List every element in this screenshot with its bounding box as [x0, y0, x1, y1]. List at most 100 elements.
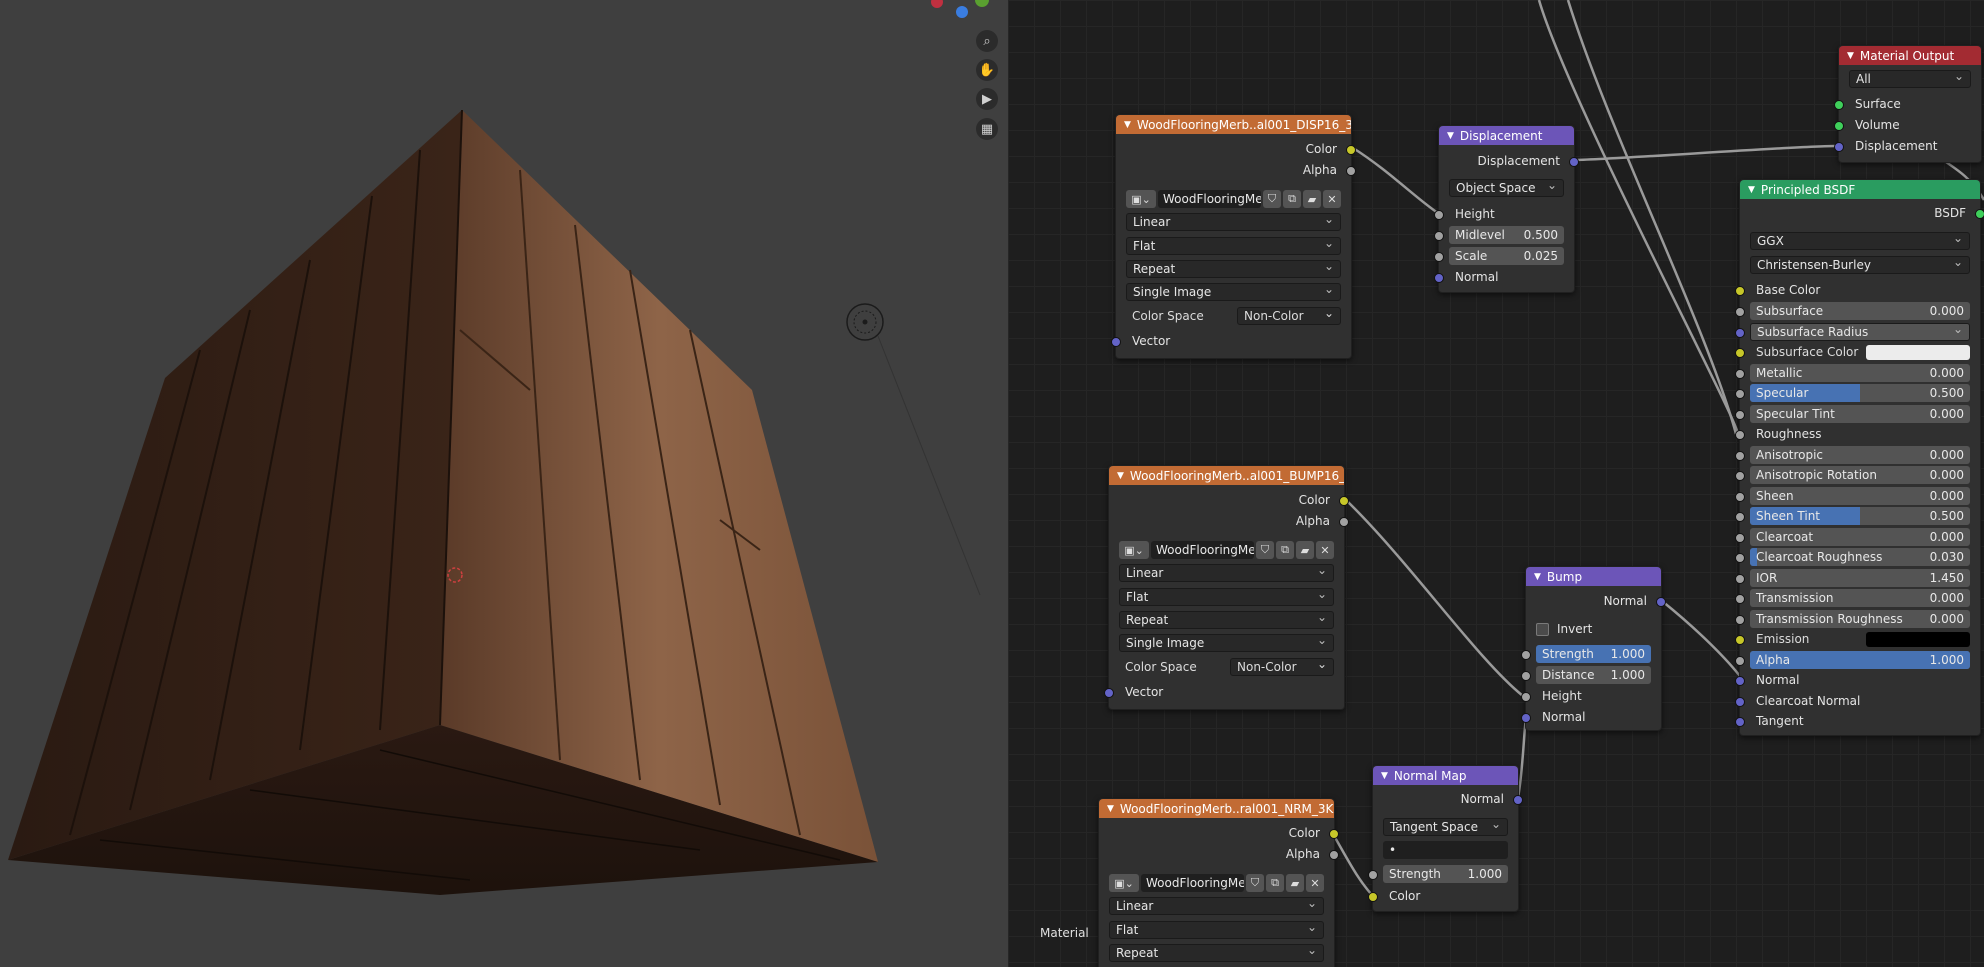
bsdf-input-socket[interactable] — [1735, 696, 1745, 707]
close-icon[interactable]: ✕ — [1306, 874, 1324, 892]
image-selector[interactable]: ▣⌄ WoodFlooringMe.. ⛉ ⧉ ▰ ✕ — [1109, 873, 1324, 893]
extension-dropdown[interactable]: Repeat — [1119, 610, 1334, 629]
node-header[interactable]: ▼ WoodFlooringMerb..ral001_NRM_3K.pn — [1099, 799, 1334, 818]
collapse-arrow-icon[interactable]: ▼ — [1534, 572, 1541, 582]
subsurface-radius-dropdown[interactable]: Subsurface Radius — [1750, 322, 1970, 341]
uv-map-field[interactable]: • — [1383, 841, 1508, 859]
distance-field[interactable]: Distance 1.000 — [1536, 666, 1651, 684]
node-header[interactable]: ▼ Normal Map — [1373, 766, 1518, 785]
height-input-socket[interactable] — [1521, 692, 1531, 702]
clearcoat-roughness-field[interactable]: Clearcoat Roughness 0.030 — [1750, 548, 1970, 566]
node-header[interactable]: ▼ Principled BSDF — [1740, 180, 1980, 199]
extension-dropdown[interactable]: Repeat — [1109, 943, 1324, 962]
close-icon[interactable]: ✕ — [1323, 190, 1341, 208]
collapse-arrow-icon[interactable]: ▼ — [1124, 120, 1131, 130]
interpolation-dropdown[interactable]: Linear — [1109, 896, 1324, 915]
collapse-arrow-icon[interactable]: ▼ — [1107, 804, 1114, 814]
color-output-socket[interactable] — [1329, 829, 1339, 839]
fake-user-shield-icon[interactable]: ⛉ — [1263, 190, 1281, 208]
ior-field[interactable]: IOR 1.450 — [1750, 568, 1970, 587]
bsdf-input-socket[interactable] — [1735, 635, 1745, 645]
bsdf-input-socket[interactable] — [1735, 676, 1745, 686]
bsdf-input-socket[interactable] — [1735, 573, 1745, 584]
bsdf-input-socket[interactable] — [1735, 614, 1745, 625]
bsdf-input-socket[interactable] — [1735, 471, 1745, 481]
bsdf-input-socket[interactable] — [1735, 327, 1745, 338]
zoom-icon[interactable]: ⌕ — [976, 30, 998, 52]
height-input-socket[interactable] — [1434, 210, 1444, 220]
bsdf-input-socket[interactable] — [1735, 655, 1745, 666]
space-dropdown[interactable]: Tangent Space — [1383, 817, 1508, 836]
interpolation-dropdown[interactable]: Linear — [1119, 563, 1334, 582]
bsdf-input-socket[interactable] — [1735, 348, 1745, 358]
emission-color-swatch[interactable] — [1866, 631, 1970, 647]
source-dropdown[interactable]: Single Image — [1119, 633, 1334, 652]
metallic-field[interactable]: Metallic 0.000 — [1750, 363, 1970, 382]
bsdf-input-socket[interactable] — [1735, 532, 1745, 543]
alpha-output-socket[interactable] — [1339, 517, 1349, 527]
strength-field[interactable]: Strength 1.000 — [1383, 865, 1508, 883]
midlevel-field[interactable]: Midlevel 0.500 — [1449, 226, 1564, 244]
image-browse-icon[interactable]: ▣⌄ — [1119, 541, 1149, 559]
alpha-output-socket[interactable] — [1346, 166, 1356, 176]
color-output-socket[interactable] — [1339, 496, 1349, 506]
vector-input-socket[interactable] — [1104, 688, 1114, 698]
principled-bsdf-node[interactable]: ▼Principled BSDF BSDF GGX Christensen-Bu… — [1735, 179, 1984, 736]
clearcoat-field[interactable]: Clearcoat 0.000 — [1750, 527, 1970, 546]
alpha-field[interactable]: Alpha 1.000 — [1750, 650, 1970, 669]
node-header[interactable]: ▼WoodFlooringMerb..al001_BUMP16_3K.ti — [1109, 466, 1344, 485]
target-dropdown[interactable]: All — [1849, 69, 1971, 88]
normal-output-socket[interactable] — [1656, 597, 1666, 607]
bsdf-input-socket[interactable] — [1735, 389, 1745, 399]
base-color-input-socket[interactable] — [1735, 286, 1745, 296]
color-output-socket[interactable] — [1346, 145, 1356, 155]
open-folder-icon[interactable]: ▰ — [1303, 190, 1321, 208]
shader-node-editor[interactable]: ▼WoodFlooringMerb..al001_DISP16_3K.tif C… — [1008, 0, 1984, 967]
vector-input-socket[interactable] — [1111, 337, 1121, 347]
image-selector[interactable]: ▣⌄ WoodFlooringMe.. ⛉ ⧉ ▰ ✕ — [1126, 189, 1341, 209]
transmission-field[interactable]: Transmission 0.000 — [1750, 589, 1970, 607]
hand-pan-icon[interactable]: ✋ — [976, 59, 998, 81]
anisotropic-rotation-field[interactable]: Anisotropic Rotation 0.000 — [1750, 466, 1970, 484]
specular-tint-field[interactable]: Specular Tint 0.000 — [1750, 404, 1970, 423]
specular-field[interactable]: Specular 0.500 — [1750, 384, 1970, 402]
collapse-arrow-icon[interactable]: ▼ — [1117, 471, 1124, 481]
scale-input-socket[interactable] — [1434, 252, 1444, 262]
strength-input-socket[interactable] — [1368, 870, 1378, 880]
alpha-output-socket[interactable] — [1329, 850, 1339, 860]
open-folder-icon[interactable]: ▰ — [1296, 541, 1314, 559]
invert-checkbox[interactable] — [1536, 622, 1549, 636]
normal-map-node[interactable]: ▼Normal Map Normal Tangent Space • Stren… — [1368, 765, 1523, 912]
source-dropdown[interactable]: Single Image — [1126, 282, 1341, 301]
transmission-roughness-field[interactable]: Transmission Roughness 0.000 — [1750, 609, 1970, 628]
bsdf-input-socket[interactable] — [1735, 430, 1745, 440]
color-space-dropdown[interactable]: Non-Color — [1230, 657, 1334, 676]
node-header[interactable]: ▼ Material Output — [1839, 46, 1981, 65]
space-dropdown[interactable]: Object Space — [1449, 178, 1564, 197]
bsdf-input-socket[interactable] — [1735, 553, 1745, 563]
extension-dropdown[interactable]: Repeat — [1126, 259, 1341, 278]
projection-dropdown[interactable]: Flat — [1119, 587, 1334, 606]
node-header[interactable]: ▼WoodFlooringMerb..al001_DISP16_3K.tif — [1116, 115, 1351, 134]
bsdf-input-socket[interactable] — [1735, 368, 1745, 379]
collapse-arrow-icon[interactable]: ▼ — [1748, 185, 1755, 195]
color-space-dropdown[interactable]: Non-Color — [1237, 306, 1341, 325]
color-input-socket[interactable] — [1368, 892, 1378, 902]
projection-dropdown[interactable]: Flat — [1109, 920, 1324, 939]
interpolation-dropdown[interactable]: Linear — [1126, 212, 1341, 231]
fake-user-shield-icon[interactable]: ⛉ — [1256, 541, 1274, 559]
bsdf-output-socket[interactable] — [1975, 209, 1984, 219]
projection-dropdown[interactable]: Flat — [1126, 236, 1341, 255]
bsdf-input-socket[interactable] — [1735, 594, 1745, 604]
normal-output-socket[interactable] — [1513, 795, 1523, 805]
anisotropic-field[interactable]: Anisotropic 0.000 — [1750, 445, 1970, 464]
image-selector[interactable]: ▣⌄ WoodFlooringMe.. ⛉ ⧉ ▰ ✕ — [1119, 540, 1334, 560]
collapse-arrow-icon[interactable]: ▼ — [1381, 771, 1388, 781]
collapse-arrow-icon[interactable]: ▼ — [1447, 131, 1454, 141]
scale-field[interactable]: Scale 0.025 — [1449, 247, 1564, 265]
duplicate-icon[interactable]: ⧉ — [1266, 874, 1284, 892]
surface-input-socket[interactable] — [1834, 100, 1844, 110]
image-texture-node-bump[interactable]: ▼WoodFlooringMerb..al001_BUMP16_3K.ti Co… — [1104, 465, 1349, 710]
image-browse-icon[interactable]: ▣⌄ — [1109, 874, 1139, 892]
material-output-node[interactable]: ▼Material Output All Surface Volume Disp… — [1834, 45, 1982, 163]
